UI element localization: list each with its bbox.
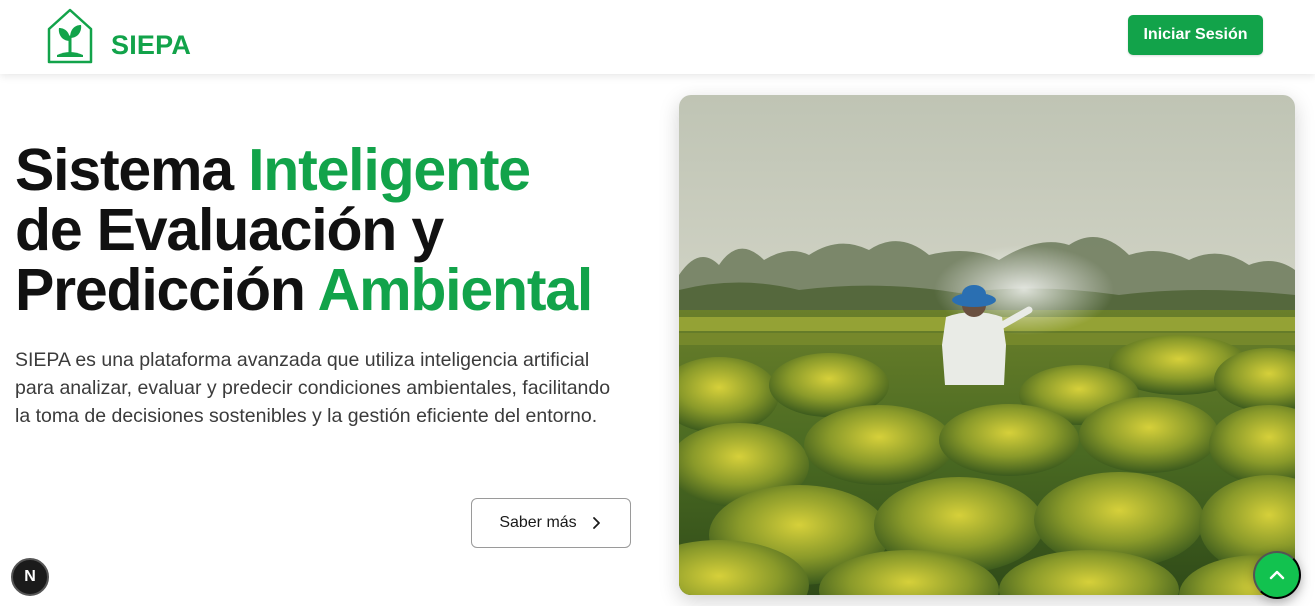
brand[interactable]: SIEPA [45,6,191,66]
login-button[interactable]: Iniciar Sesión [1128,15,1263,55]
hero-title: Sistema Inteligente de Evaluación y Pred… [15,140,655,320]
hero-title-accent1: Inteligente [248,137,531,203]
learn-more-label: Saber más [499,514,577,531]
scroll-to-top-button[interactable] [1253,551,1301,599]
site-header: SIEPA Iniciar Sesión [0,0,1315,74]
framework-badge[interactable]: N [11,558,49,596]
learn-more-button[interactable]: Saber más [471,498,631,548]
hero-title-accent2: Ambiental [317,257,594,323]
chevron-up-icon [1269,570,1285,580]
hero-description: SIEPA es una plataforma avanzada que uti… [15,349,611,427]
brand-name: SIEPA [111,29,192,60]
flower-field-photo [679,95,1295,595]
chevron-right-icon [592,517,600,529]
hero-title-part3: Predicción [15,257,318,323]
hero-title-part1: Sistema [15,137,249,203]
hero-image [679,95,1295,595]
hero-title-part2: de Evaluación y [15,197,444,263]
house-sprout-icon [47,8,93,64]
